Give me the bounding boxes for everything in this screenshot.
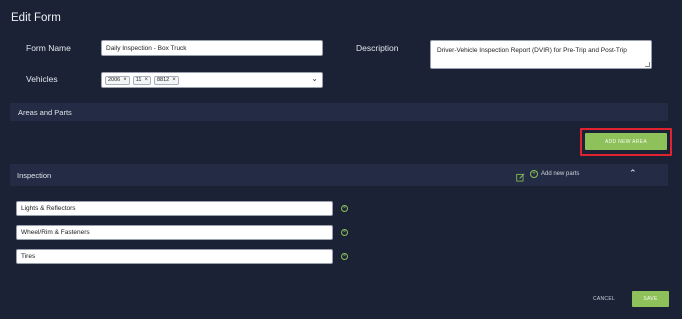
areas-section-header: [10, 103, 668, 121]
vehicle-chip: 8812 ×: [154, 75, 179, 85]
add-new-parts-link[interactable]: Add new parts: [541, 171, 579, 177]
remove-chip-icon[interactable]: ×: [144, 77, 148, 83]
add-new-area-button[interactable]: ADD NEW AREA: [585, 133, 667, 150]
vehicle-chip-label: 2006: [108, 77, 121, 83]
add-parts-icon[interactable]: +: [530, 170, 538, 178]
cancel-button[interactable]: CANCEL: [584, 292, 624, 306]
description-label: Description: [356, 43, 399, 53]
remove-chip-icon[interactable]: ×: [123, 77, 127, 83]
collapse-chevron-icon[interactable]: ⌃: [629, 168, 637, 179]
resize-handle-icon[interactable]: [645, 62, 650, 67]
remove-part-icon[interactable]: ×: [341, 253, 348, 260]
vehicle-chip-label: 8812: [157, 77, 170, 83]
form-name-input[interactable]: Daily Inspection - Box Truck: [101, 40, 323, 56]
part-input[interactable]: Tires: [16, 249, 333, 264]
chevron-down-icon[interactable]: ⌄: [311, 74, 318, 83]
remove-chip-icon[interactable]: ×: [172, 77, 176, 83]
remove-part-icon[interactable]: ×: [341, 229, 348, 236]
part-name: Lights & Reflectors: [21, 205, 76, 212]
part-input[interactable]: Lights & Reflectors: [16, 201, 333, 216]
part-name: Tires: [21, 253, 36, 260]
area-name: Inspection: [17, 171, 52, 180]
edit-icon[interactable]: [516, 169, 525, 182]
vehicles-multiselect[interactable]: 2006 × 11 × 8812 × ⌄: [101, 72, 323, 88]
description-textarea[interactable]: Driver-Vehicle Inspection Report (DVIR) …: [430, 40, 652, 69]
vehicle-chip: 11 ×: [132, 75, 151, 85]
part-name: Wheel/Rim & Fasteners: [21, 229, 90, 236]
page-title: Edit Form: [11, 12, 61, 24]
remove-part-icon[interactable]: ×: [341, 205, 348, 212]
vehicles-label: Vehicles: [26, 74, 58, 84]
vehicle-chip-label: 11: [135, 77, 142, 83]
form-name-value: Daily Inspection - Box Truck: [106, 44, 187, 52]
save-button[interactable]: SAVE: [632, 291, 669, 307]
description-value: Driver-Vehicle Inspection Report (DVIR) …: [437, 47, 627, 54]
form-name-label: Form Name: [26, 43, 71, 53]
part-input[interactable]: Wheel/Rim & Fasteners: [16, 225, 333, 240]
areas-section-label: Areas and Parts: [18, 108, 72, 117]
vehicle-chip: 2006 ×: [105, 75, 130, 85]
